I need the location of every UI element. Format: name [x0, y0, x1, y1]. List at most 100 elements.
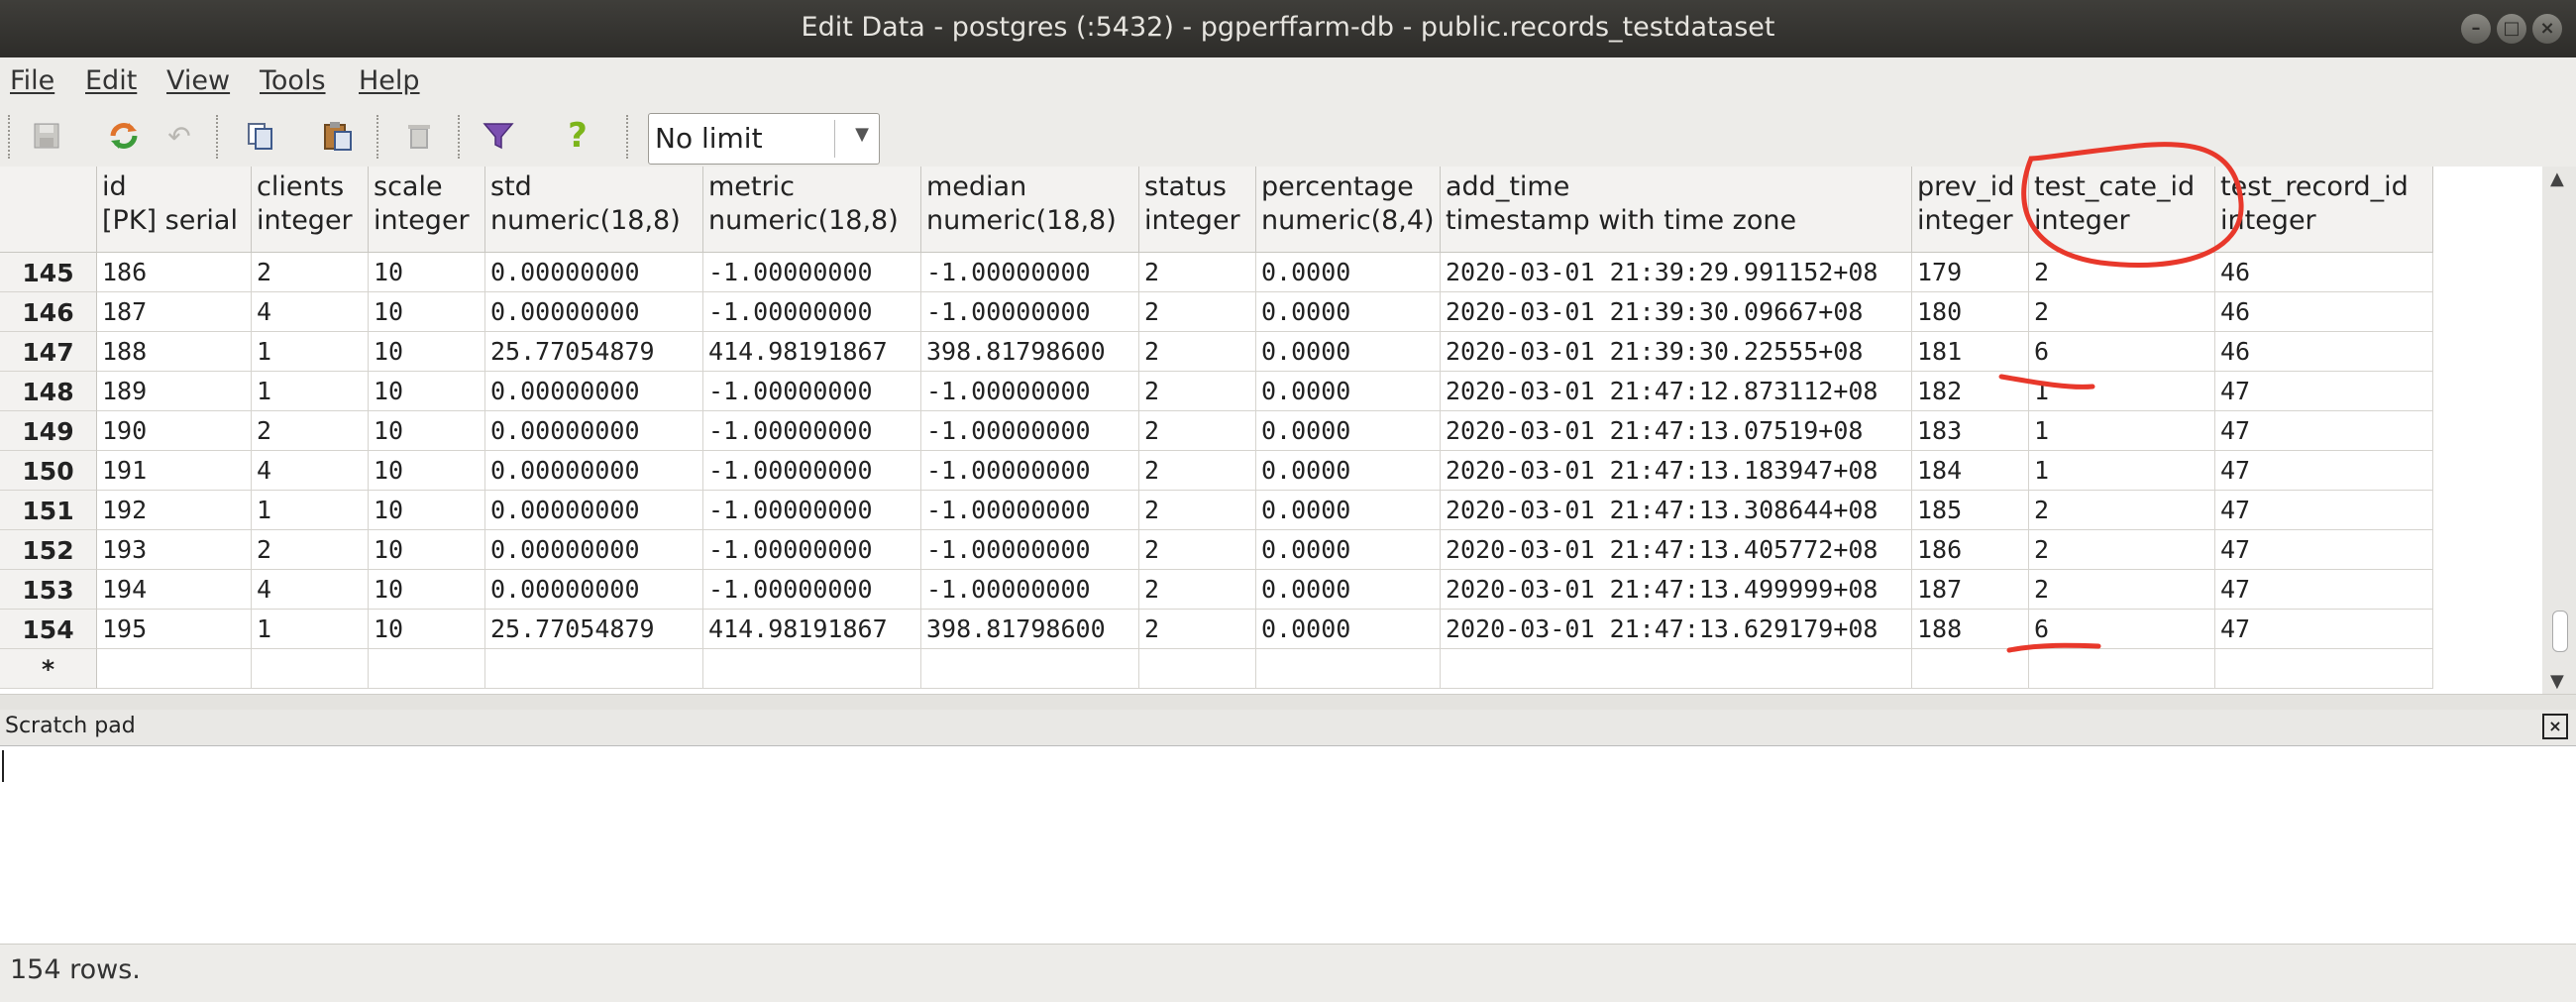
- table-cell[interactable]: 0.00000000: [485, 253, 703, 292]
- table-cell[interactable]: 1: [2029, 372, 2215, 411]
- table-cell[interactable]: 2: [1139, 332, 1256, 372]
- table-cell[interactable]: 1: [252, 372, 369, 411]
- table-cell[interactable]: 0.0000: [1256, 570, 1441, 610]
- table-cell[interactable]: 2: [252, 411, 369, 451]
- undo-icon[interactable]: ↶: [161, 117, 198, 155]
- table-cell[interactable]: 2020-03-01 21:47:13.499999+08: [1441, 570, 1912, 610]
- table-cell[interactable]: 0.0000: [1256, 610, 1441, 649]
- column-header[interactable]: scale integer: [369, 167, 485, 253]
- table-cell[interactable]: 6: [2029, 610, 2215, 649]
- table-cell[interactable]: 186: [1912, 530, 2029, 570]
- table-cell[interactable]: -1.00000000: [921, 570, 1139, 610]
- table-cell[interactable]: 1: [2029, 451, 2215, 491]
- table-cell[interactable]: 188: [1912, 610, 2029, 649]
- table-cell[interactable]: -1.00000000: [921, 451, 1139, 491]
- scroll-up-icon[interactable]: ▲: [2550, 168, 2564, 189]
- new-row-cell[interactable]: [252, 649, 369, 689]
- table-cell[interactable]: 2: [1139, 530, 1256, 570]
- table-cell[interactable]: 2020-03-01 21:39:30.22555+08: [1441, 332, 1912, 372]
- table-cell[interactable]: 2: [1139, 292, 1256, 332]
- table-cell[interactable]: 2020-03-01 21:47:12.873112+08: [1441, 372, 1912, 411]
- table-cell[interactable]: 46: [2215, 292, 2433, 332]
- table-cell[interactable]: 46: [2215, 332, 2433, 372]
- table-cell[interactable]: 10: [369, 491, 485, 530]
- minimize-icon[interactable]: –: [2461, 14, 2491, 44]
- row-number[interactable]: 154: [0, 610, 97, 649]
- table-cell[interactable]: 194: [97, 570, 252, 610]
- column-header[interactable]: id [PK] serial: [97, 167, 252, 253]
- table-cell[interactable]: 2020-03-01 21:47:13.183947+08: [1441, 451, 1912, 491]
- table-cell[interactable]: 2: [1139, 411, 1256, 451]
- table-cell[interactable]: 2: [1139, 610, 1256, 649]
- table-cell[interactable]: 0.00000000: [485, 451, 703, 491]
- table-cell[interactable]: 47: [2215, 411, 2433, 451]
- table-cell[interactable]: 1: [252, 332, 369, 372]
- column-header[interactable]: prev_id integer: [1912, 167, 2029, 253]
- table-cell[interactable]: 0.0000: [1256, 451, 1441, 491]
- table-cell[interactable]: -1.00000000: [921, 292, 1139, 332]
- table-cell[interactable]: 47: [2215, 530, 2433, 570]
- help-icon[interactable]: ?: [559, 116, 596, 156]
- table-cell[interactable]: 10: [369, 570, 485, 610]
- delete-icon[interactable]: [400, 117, 438, 155]
- new-row-marker[interactable]: *: [0, 649, 97, 689]
- table-cell[interactable]: 2020-03-01 21:47:13.308644+08: [1441, 491, 1912, 530]
- table-cell[interactable]: 0.00000000: [485, 372, 703, 411]
- menu-view[interactable]: View: [166, 65, 230, 96]
- column-header[interactable]: add_time timestamp with time zone: [1441, 167, 1912, 253]
- table-cell[interactable]: 2: [1139, 570, 1256, 610]
- new-row-cell[interactable]: [485, 649, 703, 689]
- table-cell[interactable]: 2: [1139, 491, 1256, 530]
- table-cell[interactable]: -1.00000000: [703, 411, 921, 451]
- filter-icon[interactable]: [480, 117, 517, 155]
- scratch-pad-editor[interactable]: [0, 745, 2576, 945]
- new-row-cell[interactable]: [1441, 649, 1912, 689]
- column-header[interactable]: median numeric(18,8): [921, 167, 1139, 253]
- table-cell[interactable]: 1: [252, 491, 369, 530]
- table-cell[interactable]: 10: [369, 292, 485, 332]
- table-cell[interactable]: 2020-03-01 21:39:29.991152+08: [1441, 253, 1912, 292]
- table-cell[interactable]: 2020-03-01 21:47:13.629179+08: [1441, 610, 1912, 649]
- new-row-cell[interactable]: [1256, 649, 1441, 689]
- table-cell[interactable]: 181: [1912, 332, 2029, 372]
- table-cell[interactable]: -1.00000000: [703, 292, 921, 332]
- table-cell[interactable]: 189: [97, 372, 252, 411]
- table-cell[interactable]: 188: [97, 332, 252, 372]
- scroll-down-icon[interactable]: ▼: [2550, 671, 2564, 692]
- table-cell[interactable]: 0.0000: [1256, 332, 1441, 372]
- table-cell[interactable]: 183: [1912, 411, 2029, 451]
- table-cell[interactable]: 414.98191867: [703, 332, 921, 372]
- row-number[interactable]: 148: [0, 372, 97, 411]
- splitter[interactable]: [0, 694, 2576, 711]
- new-row-cell[interactable]: [1912, 649, 2029, 689]
- table-cell[interactable]: 25.77054879: [485, 610, 703, 649]
- row-number[interactable]: 149: [0, 411, 97, 451]
- chevron-down-icon[interactable]: ▼: [855, 124, 869, 145]
- table-cell[interactable]: 186: [97, 253, 252, 292]
- table-cell[interactable]: 190: [97, 411, 252, 451]
- table-cell[interactable]: 2020-03-01 21:47:13.405772+08: [1441, 530, 1912, 570]
- row-number[interactable]: 145: [0, 253, 97, 292]
- column-header[interactable]: clients integer: [252, 167, 369, 253]
- paste-icon[interactable]: [319, 117, 357, 155]
- table-cell[interactable]: 1: [2029, 411, 2215, 451]
- table-cell[interactable]: 184: [1912, 451, 2029, 491]
- table-cell[interactable]: 2: [252, 253, 369, 292]
- table-cell[interactable]: 1: [252, 610, 369, 649]
- new-row-cell[interactable]: [703, 649, 921, 689]
- table-cell[interactable]: 2: [252, 530, 369, 570]
- table-cell[interactable]: 195: [97, 610, 252, 649]
- row-limit-select[interactable]: No limit ▼: [648, 113, 880, 165]
- table-cell[interactable]: 2: [1139, 253, 1256, 292]
- scrollbar-thumb[interactable]: [2552, 611, 2568, 652]
- table-cell[interactable]: 0.0000: [1256, 530, 1441, 570]
- table-cell[interactable]: 2: [2029, 292, 2215, 332]
- table-cell[interactable]: 47: [2215, 491, 2433, 530]
- table-cell[interactable]: 4: [252, 292, 369, 332]
- table-cell[interactable]: 47: [2215, 610, 2433, 649]
- table-cell[interactable]: 180: [1912, 292, 2029, 332]
- table-cell[interactable]: 2: [1139, 372, 1256, 411]
- table-cell[interactable]: 2020-03-01 21:39:30.09667+08: [1441, 292, 1912, 332]
- table-cell[interactable]: -1.00000000: [921, 491, 1139, 530]
- table-cell[interactable]: 10: [369, 411, 485, 451]
